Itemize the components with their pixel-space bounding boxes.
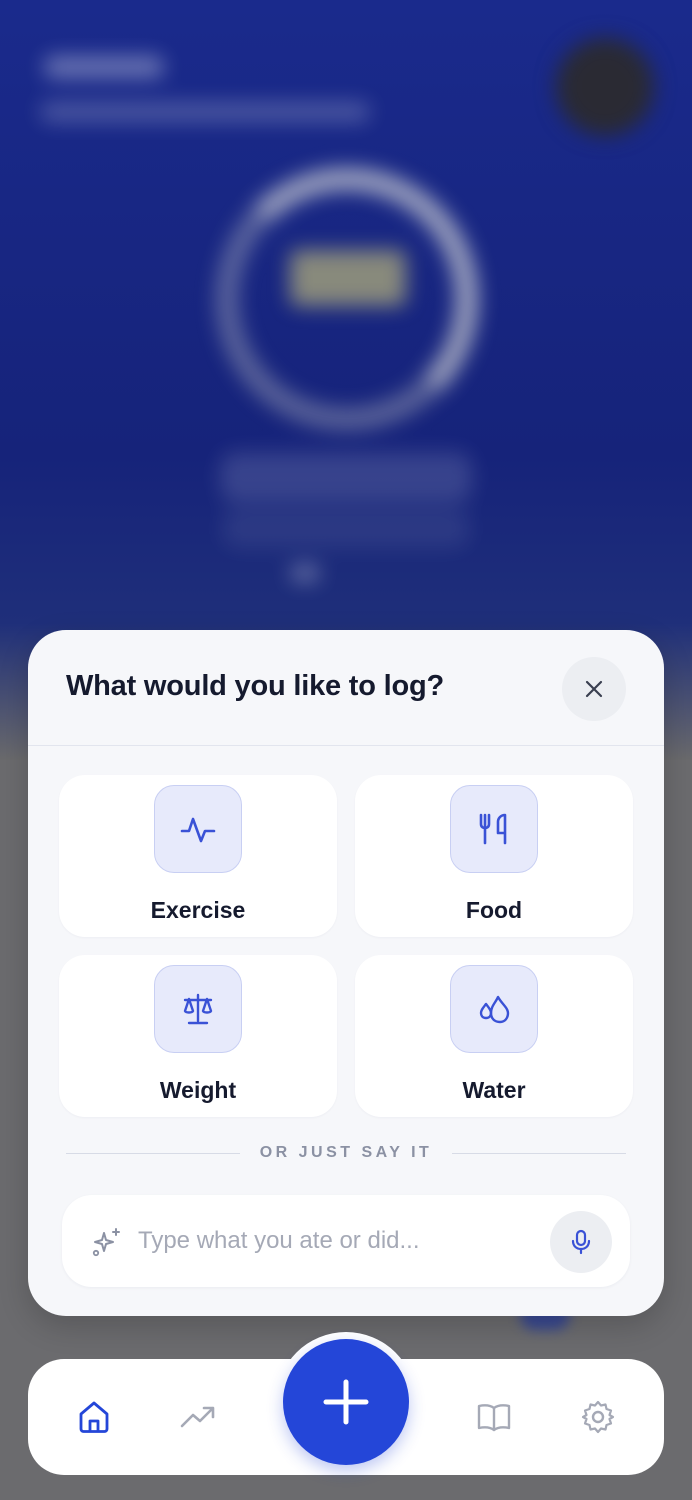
nav-trends[interactable] (172, 1391, 224, 1443)
food-icon-container (450, 785, 538, 873)
log-option-weight[interactable]: Weight (59, 955, 337, 1117)
nav-journal[interactable] (468, 1391, 520, 1443)
background-avatar (556, 38, 654, 136)
background-greeting (44, 56, 164, 78)
log-sheet: What would you like to log? Exercise Foo… (28, 630, 664, 1316)
microphone-button[interactable] (550, 1211, 612, 1273)
activity-pulse-icon (180, 817, 216, 843)
close-icon (585, 680, 603, 698)
book-icon (477, 1404, 511, 1432)
log-option-exercise[interactable]: Exercise (59, 775, 337, 937)
nav-settings[interactable] (572, 1391, 624, 1443)
log-option-label: Food (465, 897, 523, 923)
add-log-fab-button[interactable] (283, 1339, 409, 1465)
background-card (220, 452, 472, 502)
background-page-indicator (290, 564, 320, 582)
log-sheet-header: What would you like to log? (28, 630, 664, 746)
log-option-label: Exercise (150, 897, 246, 923)
sparkles-icon (92, 1228, 120, 1257)
water-icon-container (450, 965, 538, 1053)
trending-up-icon (180, 1406, 215, 1428)
log-option-water[interactable]: Water (355, 955, 633, 1117)
log-text-input[interactable] (138, 1195, 528, 1287)
exercise-icon-container (154, 785, 242, 873)
plus-icon (323, 1379, 369, 1425)
divider-line-left (66, 1153, 240, 1154)
log-option-label: Water (462, 1077, 526, 1103)
background-card-secondary (222, 508, 470, 548)
water-drops-icon (479, 995, 510, 1024)
log-sheet-title: What would you like to log? (66, 670, 445, 702)
scale-icon (183, 993, 213, 1025)
log-option-label: Weight (159, 1077, 237, 1103)
home-icon (79, 1401, 109, 1433)
background-ring-value (290, 250, 406, 306)
log-option-food[interactable]: Food (355, 775, 633, 937)
utensils-icon (479, 813, 507, 845)
natural-language-input-box (62, 1195, 630, 1287)
divider-text: OR JUST SAY IT (259, 1144, 433, 1161)
nav-home[interactable] (68, 1391, 120, 1443)
microphone-icon (571, 1229, 591, 1255)
background-subtitle (40, 102, 370, 122)
gear-icon (581, 1400, 615, 1434)
or-divider: OR JUST SAY IT (66, 1142, 626, 1166)
divider-line-right (452, 1153, 626, 1154)
close-button[interactable] (562, 657, 626, 721)
weight-icon-container (154, 965, 242, 1053)
